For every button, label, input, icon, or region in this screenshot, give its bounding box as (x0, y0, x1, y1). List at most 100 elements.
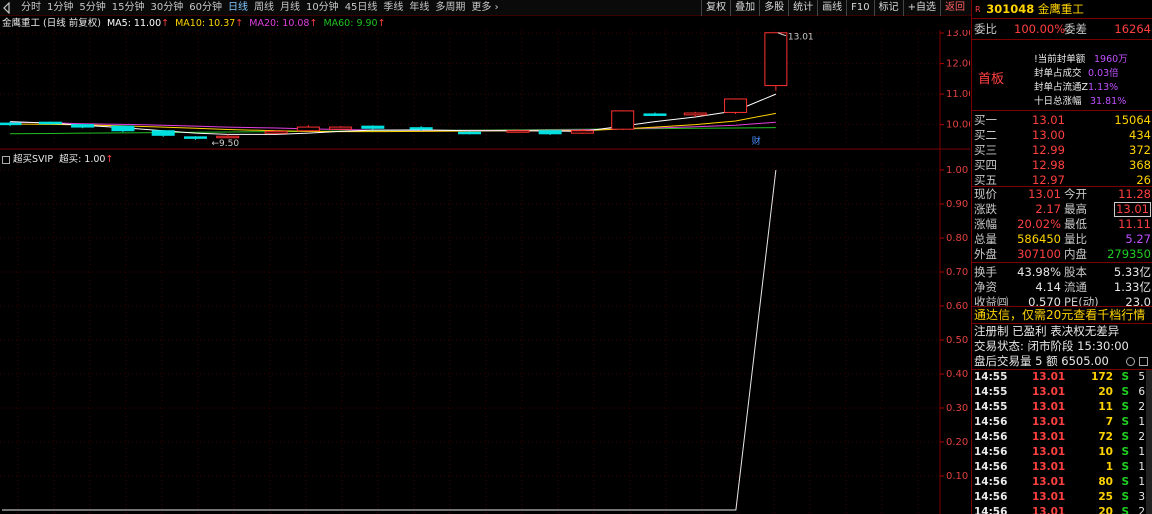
seal-value: 1960万 (1094, 54, 1128, 65)
square-icon[interactable] (1139, 357, 1148, 366)
tick-scrollbar[interactable] (1146, 370, 1152, 514)
tick-price: 13.01 (1032, 506, 1066, 514)
toolbar-button[interactable]: F10 (846, 0, 873, 16)
stock-name: 金鹰重工 (1037, 2, 1084, 16)
after-hours-row: 盘后交易量 5 额 6505.00 (972, 354, 1152, 369)
tick-time: 14:56 (974, 446, 1008, 458)
quote-value: 43.98% (1017, 265, 1061, 279)
bid-volume: 368 (1129, 158, 1151, 172)
kline-chart[interactable]: 13.00 12.00 11.00 10.00 13.01 ←9.50 财 1.00 0.90 0… (0, 30, 970, 514)
timeframe-tab[interactable]: 月线 (277, 1, 303, 15)
divider (972, 110, 1152, 111)
seal-info-row: 十日总涨幅 31.81% (972, 94, 1152, 109)
candle-body (724, 98, 748, 113)
timeframe-tab[interactable]: 30分钟 (147, 1, 186, 15)
seal-label: 封单占流通Z (1034, 82, 1089, 93)
quote-row: 涨幅 20.02% 最低 11.11 (972, 217, 1152, 232)
toolbar-button[interactable]: +自选 (902, 0, 940, 16)
indicator-tick-label: 1.00 (946, 165, 968, 176)
quote-row: 换手 43.98% 股本 5.33亿 (972, 265, 1152, 280)
up-arrow-icon: ↑ (309, 18, 318, 29)
tick-volume: 10 (1098, 446, 1113, 458)
quote-row: 涨跌 2.17 最高 13.01 (972, 202, 1152, 217)
timeframe-tab[interactable]: 日线 (225, 1, 251, 15)
tick-side: S (1121, 401, 1129, 413)
tick-row: 14:56 13.01 20 S 2 (972, 505, 1152, 514)
tick-time: 14:55 (974, 401, 1008, 413)
tick-volume: 20 (1098, 506, 1113, 514)
timeframe-tab[interactable]: 5分钟 (76, 1, 108, 15)
promo-link[interactable]: 通达信，仅需20元查看千档行情 (972, 308, 1152, 323)
toolbar-button[interactable]: 标记 (873, 0, 903, 16)
seal-label: 十日总涨幅 (1034, 96, 1082, 107)
tick-volume: 172 (1091, 371, 1113, 383)
bid-row[interactable]: 买二 13.00 434 (972, 128, 1152, 143)
toolbar-button[interactable]: 返回 (940, 0, 969, 16)
collapse-arrow-icon[interactable] (2, 2, 12, 14)
bid-row[interactable]: 买四 12.98 368 (972, 158, 1152, 173)
timeframe-tab[interactable]: 15分钟 (109, 1, 148, 15)
indicator-tick-label: 0.30 (946, 403, 968, 414)
quote-value: 4.14 (1035, 280, 1061, 294)
candle-body (329, 126, 353, 130)
bid-row[interactable]: 买三 12.99 372 (972, 143, 1152, 158)
divider (972, 262, 1152, 263)
tick-count: 1 (1138, 476, 1145, 488)
chart-title: 金鹰重工 (日线 前复权) (2, 18, 101, 29)
indicator-tick-label: 0.60 (946, 301, 968, 312)
candle-body (409, 127, 433, 130)
bid-label: 买五 (974, 173, 997, 187)
toolbar-button[interactable]: 多股 (759, 0, 788, 16)
timeframe-tab[interactable]: 周线 (251, 1, 277, 15)
quote-value: 307100 (1017, 247, 1061, 261)
financial-badge-icon: 财 (752, 135, 761, 147)
toolbar-button[interactable]: 叠加 (730, 0, 759, 16)
quote-row: 现价 13.01 今开 11.28 (972, 187, 1152, 202)
indicator-tick-label: 0.40 (946, 369, 968, 380)
candle-body (643, 113, 667, 116)
tick-count: 1 (1138, 461, 1145, 473)
tick-side: S (1121, 491, 1129, 503)
up-arrow-icon: ↑ (105, 154, 114, 165)
bid-price: 12.99 (1032, 143, 1065, 157)
more-timeframes-button[interactable]: 更多 › (468, 1, 501, 15)
timeframe-tab[interactable]: 45日线 (342, 1, 381, 15)
after-hours-volume: 盘后交易量 5 额 6505.00 (974, 354, 1109, 368)
timeframe-tab[interactable]: 年线 (406, 1, 432, 15)
indicator-tick-label: 0.90 (946, 199, 968, 210)
timeframe-tab[interactable]: 季线 (380, 1, 406, 15)
quote-label: 股本 (1064, 265, 1087, 279)
quote-row: 总量 586450 量比 5.27 (972, 232, 1152, 247)
candle-body (71, 124, 95, 128)
market-flag: R (975, 5, 981, 14)
price-tick-label: 12.00 (946, 59, 970, 70)
tick-price: 13.01 (1032, 416, 1066, 428)
tick-side: S (1121, 416, 1129, 428)
indicator-title: 超买SVIP (13, 154, 54, 165)
tick-side: S (1121, 461, 1129, 473)
candle-body (111, 125, 135, 132)
indicator-tick-label: 0.70 (946, 267, 968, 278)
sub-square-icon (2, 156, 10, 164)
quote-value: 1.33亿 (1113, 280, 1151, 294)
quote-label: 换手 (974, 265, 997, 279)
timeframe-tab[interactable]: 分时 (18, 1, 44, 15)
bid-row[interactable]: 买一 13.01 15064 (972, 113, 1152, 128)
quote-value: 586450 (1017, 232, 1061, 246)
bid-label: 买二 (974, 128, 997, 142)
toolbar-button[interactable]: 画线 (817, 0, 846, 16)
minus-circle-icon[interactable] (1126, 357, 1135, 366)
candle-body (183, 136, 207, 139)
price-tick-label: 11.00 (946, 89, 970, 100)
toolbar-button[interactable]: 统计 (788, 0, 817, 16)
tick-time: 14:56 (974, 506, 1008, 514)
weibi-label: 委比 (974, 22, 997, 36)
timeframe-tab[interactable]: 10分钟 (303, 1, 342, 15)
tick-side: S (1121, 431, 1129, 443)
tick-side: S (1121, 446, 1129, 458)
timeframe-tab[interactable]: 60分钟 (186, 1, 225, 15)
timeframe-tab[interactable]: 多周期 (432, 1, 468, 15)
toolbar-button[interactable]: 复权 (701, 0, 730, 16)
bid-label: 买一 (974, 113, 997, 127)
timeframe-tab[interactable]: 1分钟 (44, 1, 76, 15)
